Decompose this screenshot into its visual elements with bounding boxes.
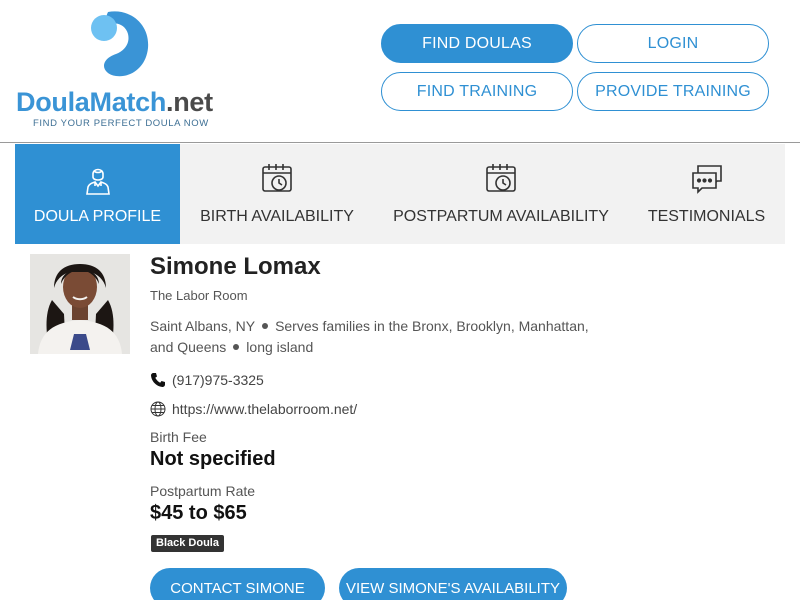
- tab-label: BIRTH AVAILABILITY: [200, 208, 354, 225]
- tab-label: DOULA PROFILE: [33, 208, 162, 225]
- phone-row[interactable]: (917)975-3325: [150, 372, 264, 388]
- website-link[interactable]: https://www.thelaborroom.net/: [172, 401, 357, 417]
- person-icon: [85, 168, 110, 195]
- business-name: The Labor Room: [150, 288, 248, 303]
- logo-name: DoulaMatch: [16, 87, 167, 117]
- view-availability-button[interactable]: VIEW SIMONE'S AVAILABILITY: [339, 568, 567, 600]
- separator-dot: [262, 323, 269, 330]
- tab-birth-availability[interactable]: BIRTH AVAILABILITY: [180, 144, 374, 244]
- profile-tabs: DOULA PROFILE BIRTH AVAILABILITY POSTPAR…: [15, 144, 785, 244]
- logo-wordmark: DoulaMatch.net: [16, 87, 213, 118]
- calendar-clock-icon: [486, 164, 516, 192]
- find-doulas-button[interactable]: FIND DOULAS: [381, 24, 573, 63]
- chat-bubbles-icon: [691, 165, 722, 194]
- globe-icon: [150, 401, 166, 417]
- calendar-clock-icon: [262, 164, 292, 192]
- logo-mark-icon: [91, 11, 149, 77]
- tab-doula-profile[interactable]: DOULA PROFILE: [15, 144, 180, 244]
- status-badge: Black Doula: [151, 535, 224, 552]
- postpartum-rate-label: Postpartum Rate: [150, 483, 256, 499]
- logo-suffix: .net: [166, 87, 213, 117]
- find-training-button[interactable]: FIND TRAINING: [381, 72, 573, 111]
- birth-fee-label: Birth Fee: [150, 429, 207, 445]
- tab-label: TESTIMONIALS: [647, 208, 766, 225]
- provide-training-button[interactable]: PROVIDE TRAINING: [577, 72, 769, 111]
- phone-icon: [151, 373, 165, 387]
- tab-testimonials[interactable]: TESTIMONIALS: [628, 144, 785, 244]
- separator-dot: [233, 344, 240, 351]
- tab-label: POSTPARTUM AVAILABILITY: [393, 208, 609, 225]
- avatar-photo: [30, 254, 130, 354]
- extra-service-area: long island: [246, 339, 314, 355]
- website-row[interactable]: https://www.thelaborroom.net/: [150, 401, 357, 417]
- site-logo[interactable]: DoulaMatch.net FIND YOUR PERFECT DOULA N…: [16, 10, 221, 135]
- phone-number[interactable]: (917)975-3325: [172, 372, 264, 388]
- login-button[interactable]: LOGIN: [577, 24, 769, 63]
- tab-postpartum-availability[interactable]: POSTPARTUM AVAILABILITY: [374, 144, 628, 244]
- doula-name: Simone Lomax: [150, 253, 321, 280]
- service-location: Saint Albans, NY Serves families in the B…: [150, 316, 630, 358]
- postpartum-rate-value: $45 to $65: [150, 502, 247, 524]
- service-area-line2: and Queens: [150, 339, 227, 355]
- avatar: [30, 254, 130, 354]
- contact-doula-button[interactable]: CONTACT SIMONE: [150, 568, 325, 600]
- city: Saint Albans, NY: [150, 318, 256, 334]
- logo-tagline: FIND YOUR PERFECT DOULA NOW: [33, 118, 209, 129]
- service-area-line1: Serves families in the Bronx, Brooklyn, …: [275, 318, 589, 334]
- site-header: DoulaMatch.net FIND YOUR PERFECT DOULA N…: [0, 0, 800, 143]
- birth-fee-value: Not specified: [150, 448, 276, 470]
